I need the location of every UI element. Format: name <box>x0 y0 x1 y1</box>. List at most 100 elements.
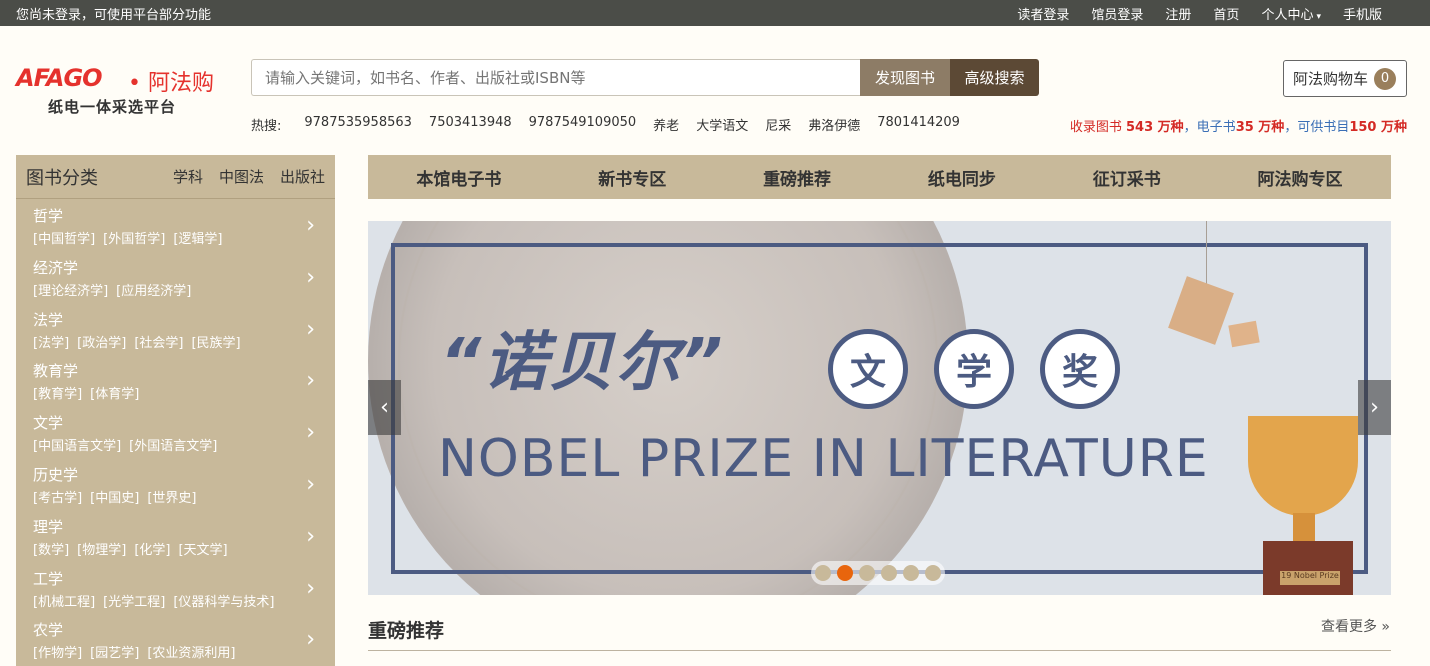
search-bar: 发现图书 高级搜索 <box>251 59 1039 96</box>
carousel-next-button[interactable]: › <box>1358 380 1391 435</box>
sidebar-category[interactable]: 历史学 [考古学] [中国史] [世界史] › <box>16 458 335 510</box>
mobile-link[interactable]: 手机版 <box>1343 4 1382 23</box>
category-name[interactable]: 工学 <box>33 568 335 589</box>
hot-item[interactable]: 弗洛伊德 <box>808 115 860 134</box>
subcategory-link[interactable]: [物理学] <box>77 543 126 558</box>
carousel-dot[interactable] <box>837 565 853 581</box>
hot-item[interactable]: 尼采 <box>765 115 791 134</box>
nav-order-books[interactable]: 征订采书 <box>1093 165 1161 190</box>
subcategory-link[interactable]: [光学工程] <box>103 595 165 610</box>
cart-label: 阿法购物车 <box>1293 70 1369 88</box>
subcategory-link[interactable]: [数学] <box>33 543 69 558</box>
category-subs: [中国语言文学] [外国语言文学] <box>33 435 335 454</box>
carousel-dot[interactable] <box>815 565 831 581</box>
subcategory-link[interactable]: [社会学] <box>134 336 183 351</box>
category-name[interactable]: 哲学 <box>33 205 335 226</box>
category-subs: [数学] [物理学] [化学] [天文学] <box>33 539 335 558</box>
subcategory-link[interactable]: [理论经济学] <box>33 284 108 299</box>
category-subs: [中国哲学] [外国哲学] [逻辑学] <box>33 228 335 247</box>
subcategory-link[interactable]: [中国史] <box>90 491 139 506</box>
subcategory-link[interactable]: [法学] <box>33 336 69 351</box>
subcategory-link[interactable]: [机械工程] <box>33 595 95 610</box>
subcategory-link[interactable]: [应用经济学] <box>116 284 191 299</box>
nav-ebooks[interactable]: 本馆电子书 <box>416 165 501 190</box>
subcategory-link[interactable]: [化学] <box>134 543 170 558</box>
hot-item[interactable]: 7503413948 <box>429 115 512 134</box>
carousel-dot[interactable] <box>881 565 897 581</box>
hot-item[interactable]: 7801414209 <box>877 115 960 134</box>
hot-item[interactable]: 养老 <box>653 115 679 134</box>
nav-new-books[interactable]: 新书专区 <box>598 165 666 190</box>
category-subs: [法学] [政治学] [社会学] [民族学] <box>33 332 335 351</box>
hot-searches: 热搜: 9787535958563 7503413948 97875491090… <box>251 115 960 134</box>
banner-title-en: NOBEL PRIZE IN LITERATURE <box>438 429 1209 489</box>
site-logo[interactable]: AFAGO • 阿法购 纸电一体采选平台 <box>16 64 226 120</box>
sidebar-category[interactable]: 法学 [法学] [政治学] [社会学] [民族学] › <box>16 303 335 355</box>
category-name[interactable]: 历史学 <box>33 464 335 485</box>
category-name[interactable]: 理学 <box>33 516 335 537</box>
view-more-link[interactable]: 查看更多 » <box>1321 616 1390 636</box>
badge-circle: 文 <box>828 329 908 409</box>
librarian-login-link[interactable]: 馆员登录 <box>1091 4 1143 23</box>
category-subs: [机械工程] [光学工程] [仪器科学与技术] <box>33 591 335 610</box>
sidebar-category[interactable]: 文学 [中国语言文学] [外国语言文学] › <box>16 406 335 458</box>
sidebar-category[interactable]: 理学 [数学] [物理学] [化学] [天文学] › <box>16 510 335 562</box>
carousel-dot[interactable] <box>859 565 875 581</box>
personal-center-menu[interactable]: 个人中心 ▾ <box>1261 4 1321 23</box>
subcategory-link[interactable]: [外国哲学] <box>103 232 165 247</box>
badge-circle: 学 <box>934 329 1014 409</box>
hot-item[interactable]: 9787535958563 <box>304 115 412 134</box>
carousel-prev-button[interactable]: ‹ <box>368 380 401 435</box>
tab-clc[interactable]: 中图法 <box>219 166 264 187</box>
subcategory-link[interactable]: [体育学] <box>90 387 139 402</box>
subcategory-link[interactable]: [天文学] <box>178 543 227 558</box>
subcategory-link[interactable]: [外国语言文学] <box>129 439 217 454</box>
sidebar-category[interactable]: 农学 [作物学] [园艺学] [农业资源利用] › <box>16 613 335 665</box>
hot-item[interactable]: 9787549109050 <box>529 115 637 134</box>
category-name[interactable]: 农学 <box>33 619 335 640</box>
category-name[interactable]: 法学 <box>33 309 335 330</box>
chevron-right-icon: › <box>306 420 315 446</box>
hot-item[interactable]: 大学语文 <box>696 115 748 134</box>
chevron-right-icon: › <box>306 368 315 394</box>
home-link[interactable]: 首页 <box>1213 4 1239 23</box>
trophy-plate: 19 Nobel Prize <box>1280 571 1340 585</box>
subcategory-link[interactable]: [仪器科学与技术] <box>173 595 274 610</box>
nav-print-digital[interactable]: 纸电同步 <box>928 165 996 190</box>
tab-publisher[interactable]: 出版社 <box>280 166 325 187</box>
logo-brand-cn: • 阿法购 <box>128 71 214 96</box>
subcategory-link[interactable]: [园艺学] <box>90 646 139 661</box>
subcategory-link[interactable]: [政治学] <box>77 336 126 351</box>
carousel-dot[interactable] <box>903 565 919 581</box>
discover-books-button[interactable]: 发现图书 <box>860 59 950 96</box>
subcategory-link[interactable]: [教育学] <box>33 387 82 402</box>
subcategory-link[interactable]: [作物学] <box>33 646 82 661</box>
subcategory-link[interactable]: [中国哲学] <box>33 232 95 247</box>
advanced-search-button[interactable]: 高级搜索 <box>950 59 1039 96</box>
cart-button[interactable]: 阿法购物车 0 <box>1283 60 1407 97</box>
subcategory-link[interactable]: [中国语言文学] <box>33 439 121 454</box>
tab-discipline[interactable]: 学科 <box>173 166 203 187</box>
subcategory-link[interactable]: [农业资源利用] <box>147 646 235 661</box>
sidebar-category[interactable]: 哲学 [中国哲学] [外国哲学] [逻辑学] › <box>16 199 335 251</box>
category-name[interactable]: 教育学 <box>33 360 335 381</box>
subcategory-link[interactable]: [逻辑学] <box>173 232 222 247</box>
category-name[interactable]: 经济学 <box>33 257 335 278</box>
subcategory-link[interactable]: [考古学] <box>33 491 82 506</box>
sidebar-category[interactable]: 经济学 [理论经济学] [应用经济学] › <box>16 251 335 303</box>
search-input[interactable] <box>251 59 860 96</box>
nav-afago-zone[interactable]: 阿法购专区 <box>1258 165 1343 190</box>
subcategory-link[interactable]: [世界史] <box>147 491 196 506</box>
category-name[interactable]: 文学 <box>33 412 335 433</box>
subcategory-link[interactable]: [民族学] <box>191 336 240 351</box>
sidebar-category[interactable]: 工学 [机械工程] [光学工程] [仪器科学与技术] › <box>16 562 335 614</box>
register-link[interactable]: 注册 <box>1165 4 1191 23</box>
sidebar-category[interactable]: 教育学 [教育学] [体育学] › <box>16 354 335 406</box>
banner-carousel[interactable]: “诺贝尔” 文 学 奖 NOBEL PRIZE IN LITERATURE 19… <box>368 221 1391 595</box>
main-nav: 本馆电子书 新书专区 重磅推荐 纸电同步 征订采书 阿法购专区 <box>368 155 1391 199</box>
nav-featured[interactable]: 重磅推荐 <box>763 165 831 190</box>
reader-login-link[interactable]: 读者登录 <box>1017 4 1069 23</box>
carousel-dot[interactable] <box>925 565 941 581</box>
carousel-dots <box>811 561 945 585</box>
chevron-right-icon: › <box>306 213 315 238</box>
